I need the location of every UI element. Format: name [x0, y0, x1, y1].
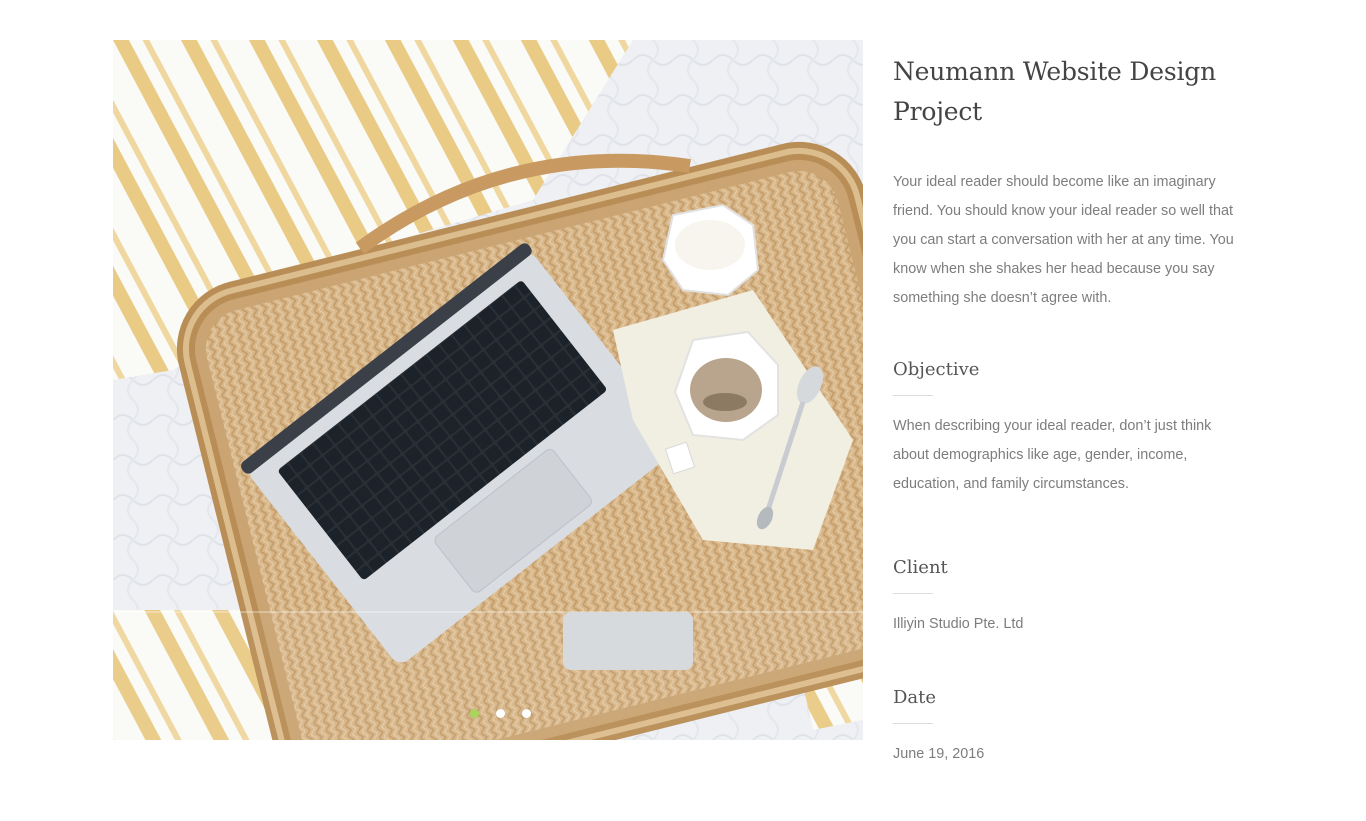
objective-text: When describing your ideal reader, don’t… — [893, 418, 1212, 492]
slider-dot-2[interactable] — [495, 709, 505, 718]
date-section: Date June 19, 2016 — [893, 686, 1243, 769]
client-name: Illiyin Studio Pte. Ltd — [893, 616, 1024, 632]
objective-divider — [893, 395, 933, 396]
gallery-image — [113, 40, 863, 740]
project-details: Neumann Website Design Project Your idea… — [893, 52, 1243, 769]
slider-dot-1[interactable] — [469, 709, 479, 718]
date-heading: Date — [893, 687, 937, 708]
date-value: June 19, 2016 — [893, 746, 985, 762]
objective-heading: Objective — [893, 359, 980, 380]
client-divider — [893, 593, 933, 594]
project-gallery[interactable] — [113, 40, 863, 740]
project-title: Neumann Website Design Project — [893, 57, 1216, 126]
date-divider — [893, 723, 933, 724]
project-description: Your ideal reader should become like an … — [893, 174, 1234, 306]
slider-pagination — [113, 709, 863, 719]
client-section: Client Illiyin Studio Pte. Ltd — [893, 556, 1243, 639]
objective-section: Objective When describing your ideal rea… — [893, 358, 1243, 499]
slider-dot-3[interactable] — [521, 709, 531, 718]
client-heading: Client — [893, 557, 948, 578]
